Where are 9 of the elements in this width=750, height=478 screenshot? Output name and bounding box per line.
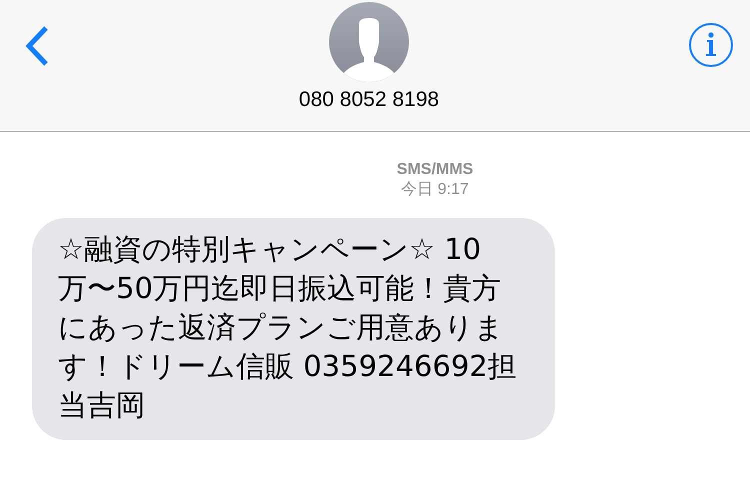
service-label: SMS/MMS — [396, 160, 474, 180]
back-button[interactable] — [24, 25, 50, 67]
message-bubble: ☆融資の特別キャンペーン☆ 10万〜50万円迄即日振込可能！貴方にあった返済プランご用意あります！ドリーム信販 0359246692担当吉岡 — [32, 218, 555, 440]
chevron-left-icon — [24, 25, 50, 67]
avatar[interactable] — [328, 2, 409, 82]
timestamp: 今日 9:17 — [400, 180, 469, 200]
contact-number[interactable]: 080 8052 8198 — [298, 87, 440, 113]
info-icon — [688, 22, 734, 68]
info-button[interactable] — [688, 22, 734, 68]
